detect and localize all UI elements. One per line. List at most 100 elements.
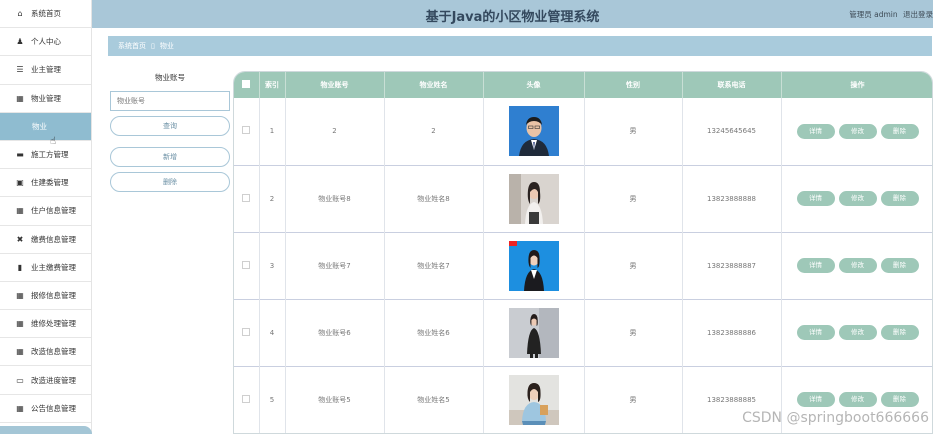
edit-button[interactable]: 修改 <box>838 191 877 206</box>
delete-button[interactable]: 删除 <box>880 325 919 340</box>
sidebar-item-label: 公告信息管理 <box>31 403 76 413</box>
cell-avatar <box>483 232 585 299</box>
sidebar-item-10[interactable]: ▦ 报修信息管理 <box>0 282 91 311</box>
column-header-avatar: 头像 <box>483 72 585 98</box>
delete-button[interactable]: 删除 <box>880 258 919 273</box>
sidebar-item-label: 物业 <box>32 121 47 131</box>
column-header-actions: 操作 <box>781 72 932 98</box>
row-select-cell[interactable] <box>234 366 260 433</box>
table-icon: ▦ <box>16 403 24 413</box>
cell-actions: 详情 修改 删除 <box>781 232 932 299</box>
sidebar-item-label: 报修信息管理 <box>31 290 76 300</box>
cell-actions: 详情 修改 删除 <box>781 98 932 165</box>
search-label: 物业账号 <box>155 73 185 82</box>
detail-button[interactable]: 详情 <box>796 258 835 273</box>
header-select-all[interactable] <box>234 72 260 98</box>
detail-button[interactable]: 详情 <box>796 123 835 139</box>
grid-icon: ▦ <box>16 347 24 357</box>
grid-icon: ▦ <box>16 319 24 329</box>
sidebar: ⌂ 系统首页 ♟ 个人中心 ☰ 业主管理 ▦ 物业管理 物业 ▬ 施工方管理 ▣ 住建委管理 ▦ 住户信息管… <box>0 0 92 434</box>
table-row[interactable]: 4 物业账号6 物业姓名6 男 13823888886 详情 修改 删除 <box>234 299 932 366</box>
sidebar-item-14[interactable]: ▦ 公告信息管理 <box>0 395 91 423</box>
detail-button[interactable]: 详情 <box>796 325 835 340</box>
edit-button[interactable]: 修改 <box>838 392 877 407</box>
breadcrumb-home[interactable]: 系统首页 <box>118 41 146 51</box>
avatar <box>508 106 559 157</box>
batch-delete-button[interactable]: 删除 <box>110 172 230 192</box>
sidebar-item-2[interactable]: ☰ 业主管理 <box>0 56 91 85</box>
cell-actions: 详情 修改 删除 <box>781 165 932 232</box>
property-table: 索引 物业账号 物业姓名 头像 性别 联系电话 操作 1 2 2 男 132456456… <box>233 71 933 434</box>
cell-account: 2 <box>285 98 385 165</box>
row-select-cell[interactable] <box>234 98 260 165</box>
sidebar-item-8[interactable]: ✖ 缴费信息管理 <box>0 226 91 254</box>
delete-button[interactable]: 删除 <box>880 191 919 206</box>
sidebar-item-11[interactable]: ▦ 维修处理管理 <box>0 310 91 339</box>
cell-avatar <box>483 165 585 232</box>
user-info: 管理员 admin 退出登录 <box>846 9 933 20</box>
row-checkbox[interactable] <box>242 394 251 403</box>
detail-button[interactable]: 详情 <box>796 392 835 407</box>
monitor-icon: ▭ <box>16 375 24 385</box>
select-all-checkbox[interactable] <box>242 80 251 88</box>
account-search-input[interactable] <box>110 91 230 111</box>
sidebar-item-7[interactable]: ▦ 住户信息管理 <box>0 197 91 226</box>
search-button[interactable]: 查询 <box>110 116 230 136</box>
cell-gender: 男 <box>584 165 683 232</box>
sidebar-item-4[interactable]: 物业 <box>0 112 91 141</box>
sidebar-item-label: 物业管理 <box>31 93 61 103</box>
row-checkbox[interactable] <box>242 193 251 202</box>
column-header-gender: 性别 <box>584 72 683 98</box>
search-panel: 物业账号 查询 新增 删除 <box>110 72 230 192</box>
table-header-row: 索引 物业账号 物业姓名 头像 性别 联系电话 操作 <box>234 72 932 98</box>
list-icon: ☰ <box>16 65 24 75</box>
cell-index: 3 <box>259 232 286 299</box>
detail-button[interactable]: 详情 <box>796 191 835 206</box>
edit-button[interactable]: 修改 <box>838 123 877 139</box>
cell-phone: 13823888887 <box>682 232 782 299</box>
sidebar-item-1[interactable]: ♟ 个人中心 <box>0 28 91 57</box>
top-header: 基于Java的小区物业管理系统 管理员 admin 退出登录 <box>92 0 933 28</box>
sidebar-item-label: 缴费信息管理 <box>31 234 76 244</box>
logout-link[interactable]: 退出登录 <box>903 10 933 19</box>
sidebar-item-0[interactable]: ⌂ 系统首页 <box>0 0 91 29</box>
cell-index: 2 <box>259 165 286 232</box>
sidebar-item-3[interactable]: ▦ 物业管理 <box>0 85 91 113</box>
avatar <box>508 374 559 425</box>
chat-icon: ▬ <box>16 150 24 160</box>
sidebar-item-label: 改造信息管理 <box>31 347 76 357</box>
user-icon: ♟ <box>16 37 24 47</box>
table-row[interactable]: 2 物业账号8 物业姓名8 男 13823888888 详情 修改 删除 <box>234 165 932 232</box>
delete-button[interactable]: 删除 <box>880 392 919 407</box>
sidebar-item-label: 住建委管理 <box>31 178 69 188</box>
column-header-index: 索引 <box>259 72 286 98</box>
sidebar-item-5[interactable]: ▬ 施工方管理 <box>0 141 91 170</box>
add-button[interactable]: 新增 <box>110 147 230 167</box>
sidebar-item-9[interactable]: ▮ 业主缴费管理 <box>0 254 91 282</box>
cell-avatar <box>483 366 585 433</box>
row-select-cell[interactable] <box>234 165 260 232</box>
row-checkbox[interactable] <box>242 327 251 336</box>
ticket-icon: ✖ <box>16 234 24 244</box>
row-select-cell[interactable] <box>234 232 260 299</box>
table-row[interactable]: 3 物业账号7 物业姓名7 男 13823888887 详情 修改 删除 <box>234 232 932 299</box>
sidebar-item-label: 维修处理管理 <box>31 319 76 329</box>
cell-phone: 13245645645 <box>682 98 782 165</box>
cell-name: 物业姓名6 <box>384 299 484 366</box>
grid-icon: ▦ <box>16 290 24 300</box>
cell-phone: 13823888888 <box>682 165 782 232</box>
cell-name: 物业姓名8 <box>384 165 484 232</box>
sidebar-item-12[interactable]: ▦ 改造信息管理 <box>0 338 91 367</box>
row-checkbox[interactable] <box>242 126 251 135</box>
row-checkbox[interactable] <box>242 260 251 269</box>
sidebar-item-6[interactable]: ▣ 住建委管理 <box>0 169 91 198</box>
row-select-cell[interactable] <box>234 299 260 366</box>
sidebar-item-13[interactable]: ▭ 改造进度管理 <box>0 366 91 395</box>
table-row[interactable]: 1 2 2 男 13245645645 详情 修改 删除 <box>234 98 932 165</box>
column-header-name: 物业姓名 <box>384 72 484 98</box>
cell-account: 物业账号6 <box>285 299 385 366</box>
delete-button[interactable]: 删除 <box>880 123 919 139</box>
cell-account: 物业账号7 <box>285 232 385 299</box>
edit-button[interactable]: 修改 <box>838 258 877 273</box>
edit-button[interactable]: 修改 <box>838 325 877 340</box>
